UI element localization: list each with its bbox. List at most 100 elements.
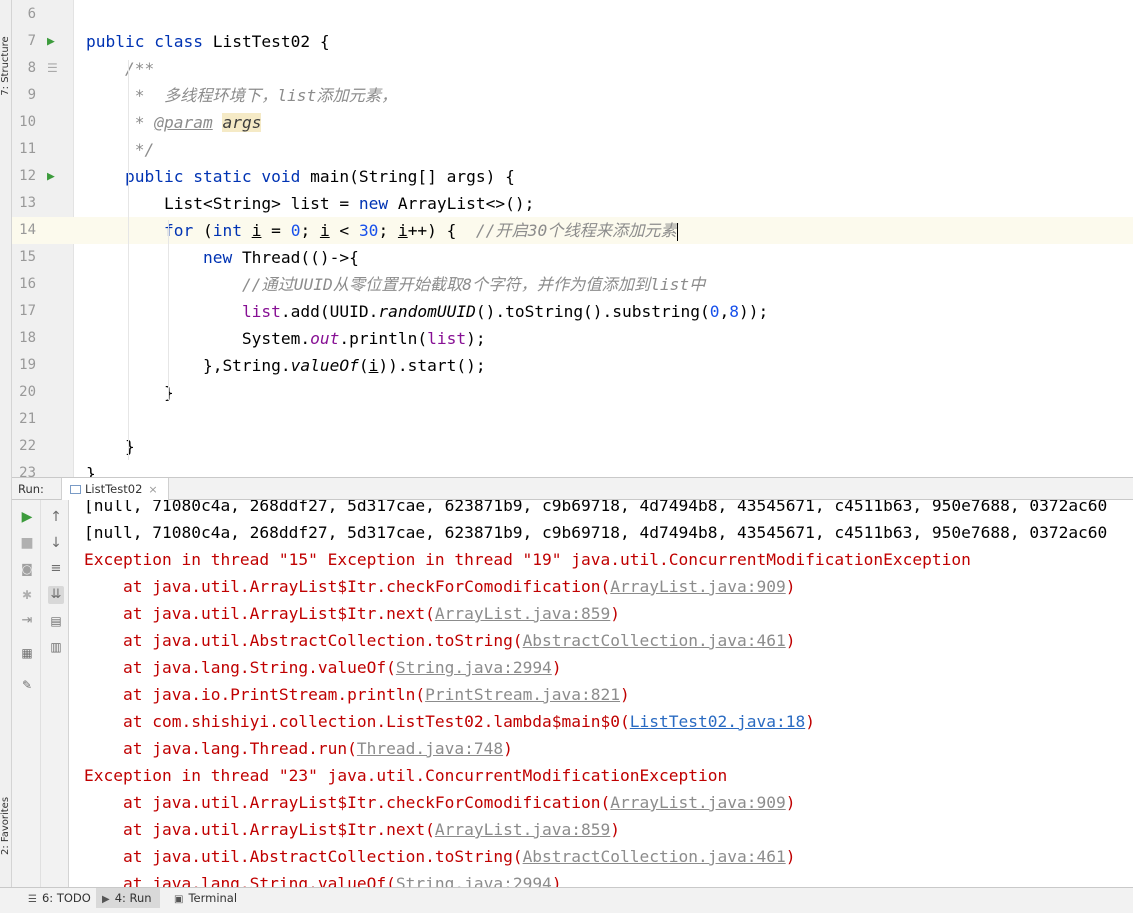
- code-text: public class ListTest02 {: [86, 28, 330, 55]
- code-token: i: [319, 221, 330, 240]
- todo-tab[interactable]: ☰ 6: TODO: [22, 888, 99, 908]
- console-line: Exception in thread "15" Exception in th…: [84, 546, 971, 573]
- code-token: .add(UUID.: [280, 302, 379, 321]
- console-line: at java.util.ArrayList$Itr.checkForComod…: [84, 573, 796, 600]
- code-token: i: [368, 356, 379, 375]
- indent-guide: [168, 220, 169, 400]
- code-text: new Thread(()->{: [86, 244, 359, 271]
- code-editor[interactable]: 6 7 ▶ public class ListTest02 {8 ☰ /** 9 * 多线…: [12, 0, 1133, 477]
- line-number: 6: [27, 6, 36, 22]
- console-line: Exception in thread "23" java.util.Concu…: [84, 762, 727, 789]
- soft-wrap-icon[interactable]: ≡: [48, 560, 64, 578]
- code-token: (: [358, 356, 369, 375]
- code-token: args: [222, 113, 262, 132]
- code-line[interactable]: 8 ☰ /**: [12, 55, 1133, 82]
- terminal-icon: ▣: [174, 894, 184, 905]
- stacktrace-link[interactable]: ArrayList.java:859: [435, 604, 610, 623]
- stacktrace-link[interactable]: ListTest02.java:18: [630, 712, 805, 731]
- run-icon: ▶: [102, 894, 110, 905]
- run-tab-label: 4: Run: [114, 891, 152, 905]
- code-line[interactable]: 9 * 多线程环境下，list添加元素，: [12, 82, 1133, 109]
- code-token: },String.: [86, 356, 291, 375]
- stacktrace-link[interactable]: ArrayList.java:909: [610, 793, 785, 812]
- stacktrace-link[interactable]: String.java:2994: [396, 874, 552, 887]
- run-gutter-icon[interactable]: ▶: [47, 163, 55, 190]
- stacktrace-link[interactable]: String.java:2994: [396, 658, 552, 677]
- structure-tool-tab[interactable]: 7: Structure: [0, 36, 12, 96]
- line-number: 13: [19, 195, 36, 211]
- code-token: public class: [86, 32, 213, 51]
- code-line[interactable]: 15 new Thread(()->{: [12, 244, 1133, 271]
- trash-icon[interactable]: ▥: [48, 638, 64, 656]
- stop-icon[interactable]: ■: [19, 534, 35, 552]
- print-icon[interactable]: ▤: [48, 612, 64, 630]
- pin-icon[interactable]: ✎: [19, 676, 35, 694]
- stacktrace-link[interactable]: AbstractCollection.java:461: [523, 847, 786, 866]
- close-tab-icon[interactable]: ×: [148, 483, 157, 496]
- code-line[interactable]: 7 ▶ public class ListTest02 {: [12, 28, 1133, 55]
- run-tool-window-header: Run: ListTest02 ×: [12, 477, 1133, 500]
- debug-icon[interactable]: ✱: [19, 586, 35, 604]
- console-text: ): [610, 604, 621, 623]
- line-number: 9: [27, 87, 36, 103]
- console-output[interactable]: [null, 71080c4a, 268ddf27, 5d317cae, 623…: [70, 500, 1133, 887]
- console-line: at com.shishiyi.collection.ListTest02.la…: [84, 708, 815, 735]
- stacktrace-link[interactable]: ArrayList.java:909: [610, 577, 785, 596]
- run-label: Run:: [18, 482, 44, 496]
- camera-icon[interactable]: ◙: [19, 560, 35, 578]
- favorites-tool-tab[interactable]: 2: Favorites: [0, 796, 12, 856]
- code-line[interactable]: 17 list.add(UUID.randomUUID().toString()…: [12, 298, 1133, 325]
- code-line[interactable]: 21: [12, 406, 1133, 433]
- indent-guide: [128, 60, 129, 460]
- code-line[interactable]: 6: [12, 1, 1133, 28]
- line-number: 19: [19, 357, 36, 373]
- scroll-to-end-icon[interactable]: ⇊: [48, 586, 64, 604]
- up-arrow-icon[interactable]: ↑: [48, 508, 64, 526]
- code-token: //通过UUID从零位置开始截取8个字符，并作为值添加到list中: [241, 275, 706, 294]
- code-line[interactable]: 16 //通过UUID从零位置开始截取8个字符，并作为值添加到list中: [12, 271, 1133, 298]
- fold-gutter-icon[interactable]: ☰: [47, 55, 58, 82]
- terminal-tab[interactable]: ▣ Terminal: [168, 888, 245, 908]
- code-token: ++) {: [407, 221, 476, 240]
- code-line[interactable]: 13 List<String> list = new ArrayList<>()…: [12, 190, 1133, 217]
- code-line[interactable]: 12 ▶ public static void main(String[] arg…: [12, 163, 1133, 190]
- code-token: List<String> list =: [86, 194, 359, 213]
- code-line[interactable]: 18 System.out.println(list);: [12, 325, 1133, 352]
- code-text: * 多线程环境下，list添加元素，: [86, 82, 397, 109]
- code-token: ));: [739, 302, 769, 321]
- console-toolbar-secondary: ↑ ↓ ≡ ⇊ ▤ ▥: [41, 500, 69, 887]
- run-gutter-icon[interactable]: ▶: [47, 28, 55, 55]
- console-text: ): [785, 793, 796, 812]
- console-line: at java.util.AbstractCollection.toString…: [84, 627, 795, 654]
- console-text: at java.io.PrintStream.println(: [84, 685, 426, 704]
- code-token: ArrayList<>();: [397, 194, 535, 213]
- stacktrace-link[interactable]: AbstractCollection.java:461: [523, 631, 786, 650]
- stacktrace-link[interactable]: ArrayList.java:859: [435, 820, 610, 839]
- exit-icon[interactable]: ⇥: [19, 612, 35, 630]
- run-tab[interactable]: ▶ 4: Run: [96, 888, 160, 908]
- code-line[interactable]: 19 },String.valueOf(i)).start();: [12, 352, 1133, 379]
- code-token: list: [427, 329, 467, 348]
- code-text: }: [86, 379, 174, 406]
- run-config-tab[interactable]: ListTest02 ×: [61, 478, 169, 500]
- code-line[interactable]: 20 }: [12, 379, 1133, 406]
- layout-icon[interactable]: ▦: [19, 644, 35, 662]
- code-line[interactable]: 14 for (int i = 0; i < 30; i++) { //开启30…: [12, 217, 1133, 244]
- console-text: ): [551, 658, 562, 677]
- stacktrace-link[interactable]: PrintStream.java:821: [425, 685, 620, 704]
- down-arrow-icon[interactable]: ↓: [48, 534, 64, 552]
- line-number: 11: [19, 141, 36, 157]
- run-icon[interactable]: ▶: [19, 508, 35, 526]
- code-line[interactable]: 11 */: [12, 136, 1133, 163]
- code-text: list.add(UUID.randomUUID().toString().su…: [86, 298, 768, 325]
- line-number: 15: [19, 249, 36, 265]
- code-line[interactable]: 10 * @param args: [12, 109, 1133, 136]
- code-token: main(String[] args) {: [310, 167, 515, 186]
- stacktrace-link[interactable]: Thread.java:748: [357, 739, 503, 758]
- code-line[interactable]: 22 }: [12, 433, 1133, 460]
- code-token: i: [251, 221, 262, 240]
- code-line[interactable]: 23}: [12, 460, 1133, 477]
- console-text: ): [785, 577, 796, 596]
- code-token: ,: [719, 302, 730, 321]
